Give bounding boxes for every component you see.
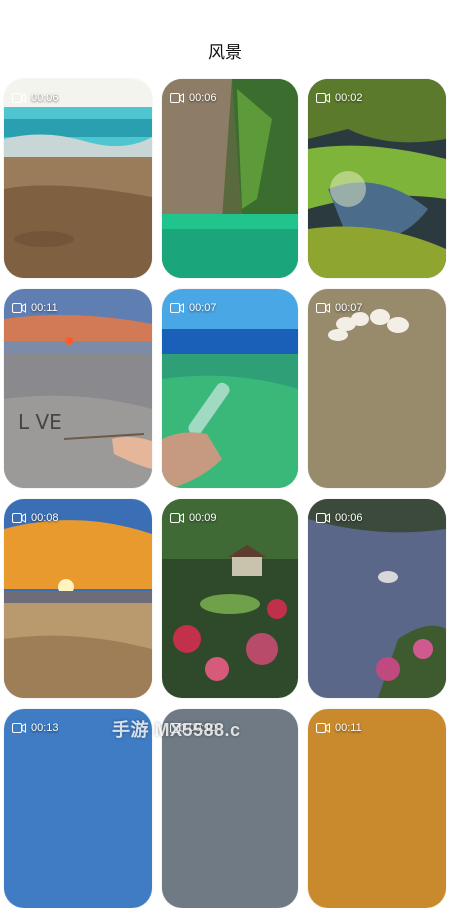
video-card-1[interactable]: 00:06 bbox=[4, 79, 152, 278]
svg-text:L VE: L VE bbox=[18, 410, 62, 434]
duration-text: 00:13 bbox=[31, 722, 59, 734]
video-camera-icon bbox=[170, 513, 184, 523]
header: 风景 bbox=[0, 0, 450, 80]
video-camera-icon bbox=[316, 303, 330, 313]
video-card-11[interactable]: 00:10 bbox=[162, 709, 298, 908]
video-camera-icon bbox=[12, 723, 26, 733]
video-card-5[interactable]: 00:07 bbox=[162, 289, 298, 488]
duration-text: 00:07 bbox=[189, 302, 217, 314]
duration-text: 00:06 bbox=[31, 92, 59, 104]
duration-badge: 00:09 bbox=[170, 512, 217, 524]
video-grid: 00:06 00:06 00:02 L VE 00:11 00:07 00:07… bbox=[4, 79, 446, 908]
duration-text: 00:06 bbox=[335, 512, 363, 524]
duration-badge: 00:08 bbox=[12, 512, 59, 524]
page-title: 风景 bbox=[208, 43, 242, 62]
duration-text: 00:02 bbox=[335, 92, 363, 104]
duration-badge: 00:06 bbox=[12, 92, 59, 104]
duration-text: 00:10 bbox=[189, 722, 217, 734]
duration-badge: 00:06 bbox=[316, 512, 363, 524]
video-card-7[interactable]: 00:08 bbox=[4, 499, 152, 698]
video-camera-icon bbox=[316, 93, 330, 103]
video-card-10[interactable]: 00:13 bbox=[4, 709, 152, 908]
duration-text: 00:08 bbox=[31, 512, 59, 524]
thumbnail-pond-flowers bbox=[308, 499, 446, 698]
video-camera-icon bbox=[316, 513, 330, 523]
duration-badge: 00:06 bbox=[170, 92, 217, 104]
duration-badge: 00:07 bbox=[170, 302, 217, 314]
video-camera-icon bbox=[170, 93, 184, 103]
thumbnail-bottle-sea bbox=[162, 289, 298, 488]
thumbnail-shells-sand bbox=[308, 289, 446, 488]
duration-badge: 00:07 bbox=[316, 302, 363, 314]
video-card-12[interactable]: 00:11 bbox=[308, 709, 446, 908]
duration-text: 00:09 bbox=[189, 512, 217, 524]
thumbnail-beach-waves bbox=[4, 79, 152, 278]
video-camera-icon bbox=[12, 303, 26, 313]
thumbnail-love-sand-sunset: L VE bbox=[4, 289, 152, 488]
thumbnail-blue-sky bbox=[4, 709, 152, 908]
video-card-2[interactable]: 00:06 bbox=[162, 79, 298, 278]
video-card-9[interactable]: 00:06 bbox=[308, 499, 446, 698]
video-camera-icon bbox=[12, 513, 26, 523]
thumbnail-garden-house bbox=[162, 499, 298, 698]
video-camera-icon bbox=[170, 303, 184, 313]
thumbnail-canyon-lagoon bbox=[162, 79, 298, 278]
duration-text: 00:11 bbox=[335, 722, 362, 734]
thumbnail-golden-sunset-beach bbox=[4, 499, 152, 698]
video-camera-icon bbox=[170, 723, 184, 733]
duration-text: 00:11 bbox=[31, 302, 58, 314]
video-card-4[interactable]: L VE 00:11 bbox=[4, 289, 152, 488]
video-card-3[interactable]: 00:02 bbox=[308, 79, 446, 278]
duration-badge: 00:13 bbox=[12, 722, 59, 734]
thumbnail-grey-sea bbox=[162, 709, 298, 908]
duration-text: 00:07 bbox=[335, 302, 363, 314]
video-camera-icon bbox=[12, 93, 26, 103]
video-card-6[interactable]: 00:07 bbox=[308, 289, 446, 488]
duration-text: 00:06 bbox=[189, 92, 217, 104]
duration-badge: 00:11 bbox=[12, 302, 58, 314]
video-card-8[interactable]: 00:09 bbox=[162, 499, 298, 698]
duration-badge: 00:10 bbox=[170, 722, 217, 734]
duration-badge: 00:02 bbox=[316, 92, 363, 104]
duration-badge: 00:11 bbox=[316, 722, 362, 734]
video-camera-icon bbox=[316, 723, 330, 733]
thumbnail-orange-sky bbox=[308, 709, 446, 908]
thumbnail-mossy-rock-stream bbox=[308, 79, 446, 278]
